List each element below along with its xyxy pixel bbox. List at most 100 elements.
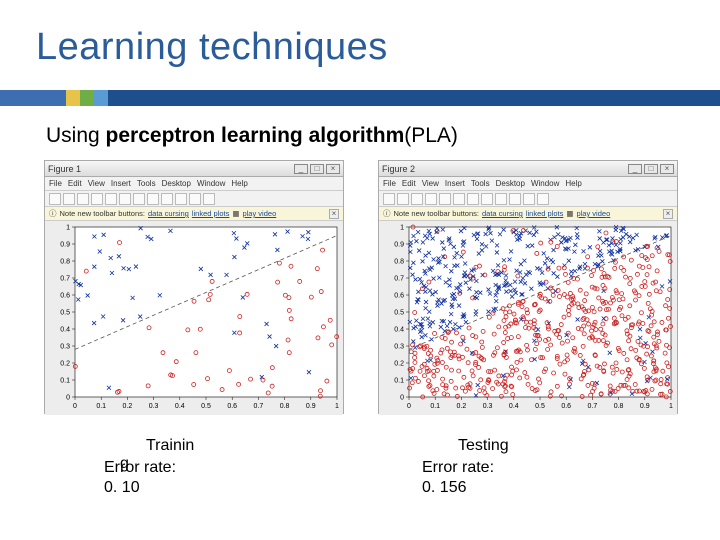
menu-item[interactable]: Edit: [68, 179, 82, 188]
menu-item[interactable]: Window: [531, 179, 559, 188]
toolbar-button[interactable]: [411, 193, 423, 205]
toolbar-button[interactable]: [481, 193, 493, 205]
menu-item[interactable]: Desktop: [162, 179, 191, 188]
notice-link[interactable]: linked plots: [192, 209, 230, 218]
window-maximize-button[interactable]: □: [310, 164, 324, 174]
figure-toolbar: [45, 191, 343, 207]
menu-item[interactable]: Edit: [402, 179, 416, 188]
svg-text:0.8: 0.8: [614, 403, 624, 410]
svg-text:1: 1: [669, 403, 673, 410]
figure-notice-bar: ⓘ Note new toolbar buttons: data cursing…: [45, 207, 343, 221]
menu-item[interactable]: Window: [197, 179, 225, 188]
toolbar-button[interactable]: [133, 193, 145, 205]
menu-item[interactable]: Insert: [111, 179, 131, 188]
svg-text:0.7: 0.7: [394, 276, 404, 283]
svg-text:0.8: 0.8: [394, 259, 404, 266]
toolbar-button[interactable]: [77, 193, 89, 205]
svg-text:0.2: 0.2: [394, 361, 404, 368]
toolbar-button[interactable]: [509, 193, 521, 205]
slide-title: Learning techniques: [36, 26, 388, 69]
toolbar-button[interactable]: [147, 193, 159, 205]
toolbar-button[interactable]: [189, 193, 201, 205]
menu-item[interactable]: File: [383, 179, 396, 188]
notice-link[interactable]: play video: [576, 209, 610, 218]
toolbar-button[interactable]: [453, 193, 465, 205]
accent-stripe: [0, 90, 720, 106]
menu-item[interactable]: Insert: [445, 179, 465, 188]
svg-text:0.1: 0.1: [96, 403, 106, 410]
svg-text:0.4: 0.4: [175, 403, 185, 410]
svg-text:0: 0: [66, 395, 70, 402]
toolbar-button[interactable]: [439, 193, 451, 205]
notice-close-button[interactable]: ×: [663, 209, 673, 219]
toolbar-button[interactable]: [203, 193, 215, 205]
menu-item[interactable]: Tools: [471, 179, 490, 188]
notice-link[interactable]: data cursing: [148, 209, 189, 218]
toolbar-button[interactable]: [105, 193, 117, 205]
toolbar-button[interactable]: [49, 193, 61, 205]
svg-text:0.7: 0.7: [254, 403, 264, 410]
menu-item[interactable]: Help: [565, 179, 581, 188]
svg-text:1: 1: [400, 225, 404, 232]
menu-item[interactable]: File: [49, 179, 62, 188]
info-icon: ⓘ: [383, 208, 391, 219]
window-close-button[interactable]: ×: [326, 164, 340, 174]
toolbar-button[interactable]: [523, 193, 535, 205]
toolbar-button[interactable]: [537, 193, 549, 205]
training-scatter-svg: 00.10.20.30.40.50.60.70.80.9100.10.20.30…: [45, 221, 345, 415]
toolbar-button[interactable]: [383, 193, 395, 205]
svg-text:0: 0: [400, 395, 404, 402]
menu-item[interactable]: Tools: [137, 179, 156, 188]
notice-link[interactable]: linked plots: [526, 209, 564, 218]
notice-link[interactable]: play video: [242, 209, 276, 218]
svg-text:0.1: 0.1: [60, 378, 70, 385]
menu-item[interactable]: Help: [231, 179, 247, 188]
slide-subtitle: Using perceptron learning algorithm(PLA): [46, 124, 458, 148]
window-minimize-button[interactable]: _: [628, 164, 642, 174]
notice-link[interactable]: data cursing: [482, 209, 523, 218]
figure-menubar: File Edit View Insert Tools Desktop Wind…: [45, 177, 343, 191]
svg-text:0.6: 0.6: [561, 403, 571, 410]
subtitle-prefix: Using: [46, 124, 106, 147]
testing-label: Testing: [422, 436, 602, 456]
notice-text: Note new toolbar buttons:: [60, 209, 145, 218]
figure-titlebar: Figure 2 _ □ ×: [379, 161, 677, 177]
svg-text:0: 0: [407, 403, 411, 410]
svg-text:0: 0: [73, 403, 77, 410]
window-close-button[interactable]: ×: [660, 164, 674, 174]
svg-text:0.3: 0.3: [149, 403, 159, 410]
window-maximize-button[interactable]: □: [644, 164, 658, 174]
svg-text:0.9: 0.9: [60, 242, 70, 249]
svg-text:0.3: 0.3: [483, 403, 493, 410]
menu-item[interactable]: View: [88, 179, 105, 188]
svg-text:0.1: 0.1: [430, 403, 440, 410]
toolbar-button[interactable]: [467, 193, 479, 205]
caption-testing: Testing Error rate: 0. 156: [422, 436, 602, 498]
plot-area-training: 00.10.20.30.40.50.60.70.80.9100.10.20.30…: [45, 221, 343, 415]
svg-text:0.9: 0.9: [306, 403, 316, 410]
toolbar-button[interactable]: [495, 193, 507, 205]
svg-text:1: 1: [335, 403, 339, 410]
toolbar-button[interactable]: [63, 193, 75, 205]
toolbar-button[interactable]: [425, 193, 437, 205]
svg-text:0.4: 0.4: [394, 327, 404, 334]
svg-text:0.3: 0.3: [394, 344, 404, 351]
svg-text:0.2: 0.2: [457, 403, 467, 410]
window-minimize-button[interactable]: _: [294, 164, 308, 174]
testing-error-label: Error rate:: [422, 459, 494, 476]
notice-close-button[interactable]: ×: [329, 209, 339, 219]
menu-item[interactable]: View: [422, 179, 439, 188]
subtitle-suffix: (PLA): [404, 124, 458, 147]
toolbar-button[interactable]: [175, 193, 187, 205]
toolbar-button[interactable]: [119, 193, 131, 205]
figure-window-1: Figure 1 _ □ × File Edit View Insert Too…: [44, 160, 344, 414]
svg-text:0.2: 0.2: [60, 361, 70, 368]
svg-text:0.7: 0.7: [60, 276, 70, 283]
svg-text:0.4: 0.4: [60, 327, 70, 334]
toolbar-button[interactable]: [161, 193, 173, 205]
toolbar-button[interactable]: [397, 193, 409, 205]
menu-item[interactable]: Desktop: [496, 179, 525, 188]
figure-window-2: Figure 2 _ □ × File Edit View Insert Too…: [378, 160, 678, 414]
toolbar-button[interactable]: [91, 193, 103, 205]
testing-scatter-svg: 00.10.20.30.40.50.60.70.80.9100.10.20.30…: [379, 221, 679, 415]
